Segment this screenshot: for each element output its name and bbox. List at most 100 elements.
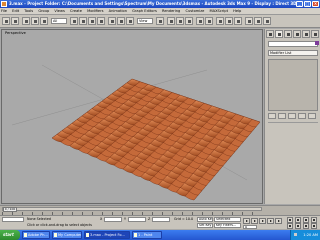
bind-space-warp-button[interactable]: [40, 17, 48, 25]
paint-icon: [134, 233, 137, 237]
perspective-viewport[interactable]: Perspective: [1, 29, 263, 204]
menu-views[interactable]: Views: [54, 9, 64, 13]
angle-snap-button[interactable]: [176, 17, 184, 25]
field-of-view-button[interactable]: [287, 223, 293, 229]
taskbar-item-3dsmax[interactable]: 3.max - Project Fo...: [84, 231, 130, 239]
minimize-button[interactable]: _: [296, 1, 303, 7]
hierarchy-tab[interactable]: [284, 30, 292, 38]
close-button[interactable]: ×: [312, 1, 319, 7]
align-icon: [208, 20, 211, 23]
auto-key-button[interactable]: Auto Key: [197, 217, 213, 222]
menu-create[interactable]: Create: [70, 9, 82, 13]
display-tab[interactable]: [302, 30, 310, 38]
pan-view-button[interactable]: [295, 223, 301, 229]
show-end-result-button[interactable]: [278, 113, 286, 119]
menu-help[interactable]: Help: [233, 9, 241, 13]
windows-taskbar: start Adobe Ph... My Computer 3.max - Pr…: [0, 230, 320, 240]
key-filter-dropdown[interactable]: Selected: [214, 217, 241, 222]
current-frame-field[interactable]: 0: [243, 225, 257, 229]
redo-button[interactable]: [11, 17, 19, 25]
maximize-viewport-button[interactable]: [311, 223, 317, 229]
previous-frame-button[interactable]: [251, 218, 258, 224]
make-unique-button[interactable]: [288, 113, 296, 119]
unlink-button[interactable]: [31, 17, 39, 25]
maximize-button[interactable]: □: [304, 1, 311, 7]
snaps-toggle-button[interactable]: [167, 17, 175, 25]
zoom-extents-icon: [305, 219, 307, 221]
display-tab-icon: [305, 33, 308, 36]
time-slider[interactable]: 0 / 100: [2, 207, 262, 212]
create-tab[interactable]: [266, 30, 274, 38]
mirror-button[interactable]: [196, 17, 204, 25]
render-setup-button[interactable]: [245, 17, 253, 25]
quick-render-button[interactable]: [263, 17, 271, 25]
percent-snap-button[interactable]: [185, 17, 193, 25]
play-button[interactable]: [259, 218, 266, 224]
selection-filter-dropdown[interactable]: All: [51, 18, 67, 24]
render-frame-button[interactable]: [254, 17, 262, 25]
window-crossing-button[interactable]: [97, 17, 105, 25]
pin-stack-button[interactable]: [268, 113, 276, 119]
motion-tab[interactable]: [293, 30, 301, 38]
maxscript-listener[interactable]: [2, 217, 24, 222]
remove-modifier-button[interactable]: [298, 113, 306, 119]
undo-button[interactable]: [2, 17, 10, 25]
select-rotate-button[interactable]: [117, 17, 125, 25]
next-frame-button[interactable]: [267, 218, 274, 224]
clock[interactable]: 1:20 AM: [303, 233, 318, 237]
speaker-icon[interactable]: [294, 233, 297, 236]
previous-frame-icon: [254, 220, 256, 222]
select-by-name-button[interactable]: [79, 17, 87, 25]
taskbar-item-paint[interactable]: 1 - Paint: [132, 231, 162, 239]
pivot-center-button[interactable]: [156, 17, 164, 25]
modifier-stack[interactable]: [268, 59, 318, 111]
select-scale-button[interactable]: [126, 17, 134, 25]
curve-editor-button[interactable]: [216, 17, 224, 25]
go-to-end-button[interactable]: [275, 218, 282, 224]
go-to-start-button[interactable]: [243, 218, 250, 224]
menu-file[interactable]: File: [1, 9, 7, 13]
quick-render-icon: [266, 20, 269, 23]
menu-customize[interactable]: Customize: [186, 9, 205, 13]
menu-modifiers[interactable]: Modifiers: [87, 9, 103, 13]
x-coordinate-field[interactable]: [104, 217, 122, 222]
tiled-roof-plane[interactable]: [2, 30, 263, 204]
z-coordinate-field[interactable]: [152, 217, 170, 222]
arc-rotate-button[interactable]: [303, 223, 309, 229]
menu-edit[interactable]: Edit: [12, 9, 19, 13]
material-editor-button[interactable]: [234, 17, 242, 25]
select-object-button[interactable]: [70, 17, 78, 25]
select-link-button[interactable]: [22, 17, 30, 25]
taskbar-item-my-computer[interactable]: My Computer: [52, 231, 82, 239]
modifier-list-dropdown[interactable]: Modifier List: [268, 50, 318, 56]
field-of-view-icon: [289, 225, 291, 227]
reference-coordinate-dropdown[interactable]: View: [137, 18, 153, 24]
menu-graph-editors[interactable]: Graph Editors: [132, 9, 157, 13]
menu-group[interactable]: Group: [38, 9, 49, 13]
schematic-view-button[interactable]: [225, 17, 233, 25]
menu-rendering[interactable]: Rendering: [162, 9, 180, 13]
go-to-start-icon: [246, 220, 248, 222]
y-coordinate-field[interactable]: [128, 217, 146, 222]
object-name-row: [268, 41, 319, 47]
key-filters-button[interactable]: Key Filters...: [214, 223, 241, 228]
select-move-button[interactable]: [108, 17, 116, 25]
configure-modifier-sets-button[interactable]: [308, 113, 316, 119]
utilities-tab[interactable]: [311, 30, 319, 38]
taskbar-item-adobe[interactable]: Adobe Ph...: [22, 231, 50, 239]
start-button[interactable]: start: [0, 230, 20, 240]
menu-animation[interactable]: Animation: [109, 9, 127, 13]
pan-hand-icon: [297, 225, 299, 227]
align-button[interactable]: [205, 17, 213, 25]
command-panel-tabs: [266, 30, 320, 38]
set-key-button[interactable]: Set Key: [197, 223, 213, 228]
modify-tab-icon: [278, 33, 281, 36]
3ds-max-app-icon[interactable]: [1, 1, 7, 7]
modify-tab[interactable]: [275, 30, 283, 38]
menu-tools[interactable]: Tools: [24, 9, 33, 13]
selection-status: None Selected: [27, 217, 51, 221]
region-select-button[interactable]: [88, 17, 96, 25]
object-color-swatch[interactable]: [315, 41, 319, 45]
menu-maxscript[interactable]: MAXScript: [210, 9, 228, 13]
pivot-icon: [159, 20, 162, 23]
